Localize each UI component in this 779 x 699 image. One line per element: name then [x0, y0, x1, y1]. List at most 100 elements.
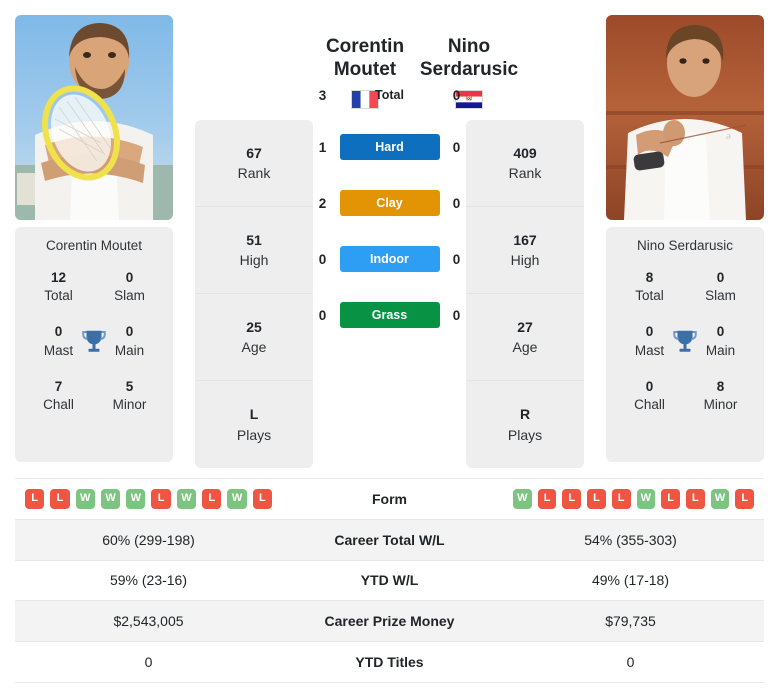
right-titles-grid: 8 Total 0 Slam 0 Mast 0 Main 0 Chall 8 M… [614, 269, 756, 414]
left-form-badge-4[interactable]: W [126, 488, 146, 509]
left-titles-total-value: 12 [50, 270, 67, 285]
left-stat-age: 25 Age [195, 294, 313, 381]
left-stat-rank-value: 67 [246, 144, 262, 161]
h2h-rows: 3 Total 0 1 Hard 0 2 Clay 0 0 Indoor 0 0… [314, 71, 466, 343]
right-form-badge-7[interactable]: L [685, 488, 705, 509]
h2h-row-hard: 1 Hard 0 [314, 119, 466, 175]
left-stat-rank: 67 Rank [195, 120, 313, 207]
player-comparison-page: Corentin Moutet 12 Total 0 Slam 0 Mast 0… [0, 0, 779, 699]
h2h-total-label: Total [375, 88, 404, 103]
right-form-badge-4[interactable]: L [611, 488, 631, 509]
left-form-badge-1[interactable]: L [50, 488, 70, 509]
right-player-column: ǝ Nino Serdarusic 8 Total 0 Slam 0 Mast … [606, 15, 764, 462]
left-titles-slam-label: Slam [114, 288, 145, 304]
left-form-badge-2[interactable]: W [75, 488, 95, 509]
right-stat-rank: 409 Rank [466, 120, 584, 207]
right-stat-age: 27 Age [466, 294, 584, 381]
left-player-stat-strip: 67 Rank 51 High 25 Age L Plays [195, 120, 313, 468]
left-stat-plays-value: L [249, 406, 259, 423]
left-form-badge-8[interactable]: W [227, 488, 247, 509]
h2h-total-left-score: 3 [318, 87, 327, 103]
right-stat-rank-value: 409 [513, 144, 537, 161]
right-stat-age-label: Age [512, 339, 538, 355]
left-titles-chall-value: 7 [54, 378, 63, 394]
left-career-prize-money: $2,543,005 [15, 600, 282, 643]
right-ytd-titles: 0 [497, 641, 764, 683]
table-row-ytd-wl: 59% (23-16) YTD W/L 49% (17-18) [15, 559, 764, 602]
left-stat-plays-label: Plays [236, 426, 272, 443]
svg-text:ǝ: ǝ [726, 130, 731, 142]
right-player-photo: ǝ [606, 15, 764, 220]
right-player-titles-card: Nino Serdarusic 8 Total 0 Slam 0 Mast 0 … [606, 227, 764, 462]
left-titles-total: 12 Total [23, 269, 94, 305]
left-titles-minor-value: 5 [125, 378, 134, 394]
h2h-hard-left-score: 1 [318, 139, 327, 155]
left-career-total-wl: 60% (299-198) [15, 518, 282, 561]
right-titles-slam-value: 0 [716, 270, 725, 285]
left-stat-high-label: High [239, 252, 269, 268]
left-titles-minor-label: Minor [112, 397, 147, 413]
right-titles-total: 8 Total [614, 269, 685, 305]
right-form-badge-2[interactable]: L [562, 488, 582, 509]
left-form-badge-3[interactable]: W [100, 488, 121, 509]
right-titles-minor-label: Minor [703, 397, 738, 413]
surface-badge-indoor[interactable]: Indoor [339, 246, 440, 273]
right-titles-chall: 0 Chall [614, 378, 685, 414]
left-titles-grid: 12 Total 0 Slam 0 Mast 0 Main 7 Chall 5 … [23, 269, 165, 414]
right-player-card-name: Nino Serdarusic [636, 238, 734, 253]
right-stat-plays-value: R [519, 406, 531, 423]
right-form-badge-1[interactable]: L [537, 488, 557, 509]
left-stat-high-value: 51 [246, 231, 262, 248]
comparison-top-area: Corentin Moutet 12 Total 0 Slam 0 Mast 0… [0, 0, 779, 468]
left-titles-chall-label: Chall [43, 397, 74, 413]
table-row-career-prize-money: $2,543,005 Career Prize Money $79,735 [15, 600, 764, 643]
right-player-first-name: Nino [447, 36, 491, 57]
surface-badge-hard[interactable]: Hard [339, 134, 440, 161]
h2h-row-indoor: 0 Indoor 0 [314, 231, 466, 287]
right-form-badge-3[interactable]: L [587, 488, 606, 509]
left-ytd-titles: 0 [15, 641, 282, 683]
right-titles-total-label: Total [635, 288, 664, 304]
right-form-badge-8[interactable]: W [710, 488, 730, 509]
right-form-badge-9[interactable]: L [735, 488, 755, 509]
left-form-cell: LLWWWLWLWL [15, 478, 282, 520]
left-form-badge-5[interactable]: L [151, 488, 171, 509]
right-form-badge-6[interactable]: L [661, 488, 680, 509]
left-titles-chall: 7 Chall [23, 378, 94, 414]
right-form-badge-0[interactable]: W [513, 488, 532, 509]
trophy-icon [79, 327, 109, 357]
right-form-badge-5[interactable]: W [636, 488, 656, 509]
left-player-column: Corentin Moutet 12 Total 0 Slam 0 Mast 0… [15, 15, 173, 462]
left-form-badge-6[interactable]: W [176, 488, 197, 509]
row-label-form: Form [282, 478, 497, 520]
h2h-clay-right-score: 0 [452, 195, 461, 211]
left-stat-rank-label: Rank [237, 165, 271, 181]
left-form-strip: LLWWWLWLWL [25, 488, 272, 509]
left-stat-plays: L Plays [195, 381, 313, 468]
right-titles-slam: 0 Slam [685, 269, 756, 305]
right-stat-plays-label: Plays [507, 426, 543, 443]
left-stat-age-value: 25 [246, 318, 262, 335]
h2h-row-grass: 0 Grass 0 [314, 287, 466, 343]
left-player-card-name: Corentin Moutet [45, 238, 143, 253]
left-titles-minor: 5 Minor [94, 378, 165, 414]
right-titles-chall-value: 0 [645, 378, 654, 394]
right-form-strip: WLLLLWLLWL [507, 488, 755, 509]
row-label-ytd-wl: YTD W/L [282, 559, 497, 602]
surface-badge-clay[interactable]: Clay [339, 190, 440, 217]
surface-badge-grass[interactable]: Grass [339, 302, 440, 329]
right-stat-age-value: 27 [517, 318, 533, 335]
right-titles-slam-label: Slam [705, 288, 736, 304]
left-form-badge-0[interactable]: L [25, 488, 45, 509]
right-titles-minor: 8 Minor [685, 378, 756, 414]
right-player-stat-strip: 409 Rank 167 High 27 Age R Plays [466, 120, 584, 468]
right-stat-high-value: 167 [513, 231, 537, 248]
h2h-hard-right-score: 0 [452, 139, 461, 155]
right-stat-plays: R Plays [466, 381, 584, 468]
left-player-photo [15, 15, 173, 220]
table-row-ytd-titles: 0 YTD Titles 0 [15, 641, 764, 683]
trophy-icon [670, 327, 700, 357]
left-form-badge-7[interactable]: L [202, 488, 222, 509]
left-form-badge-9[interactable]: L [252, 488, 272, 509]
left-player-titles-card: Corentin Moutet 12 Total 0 Slam 0 Mast 0… [15, 227, 173, 462]
